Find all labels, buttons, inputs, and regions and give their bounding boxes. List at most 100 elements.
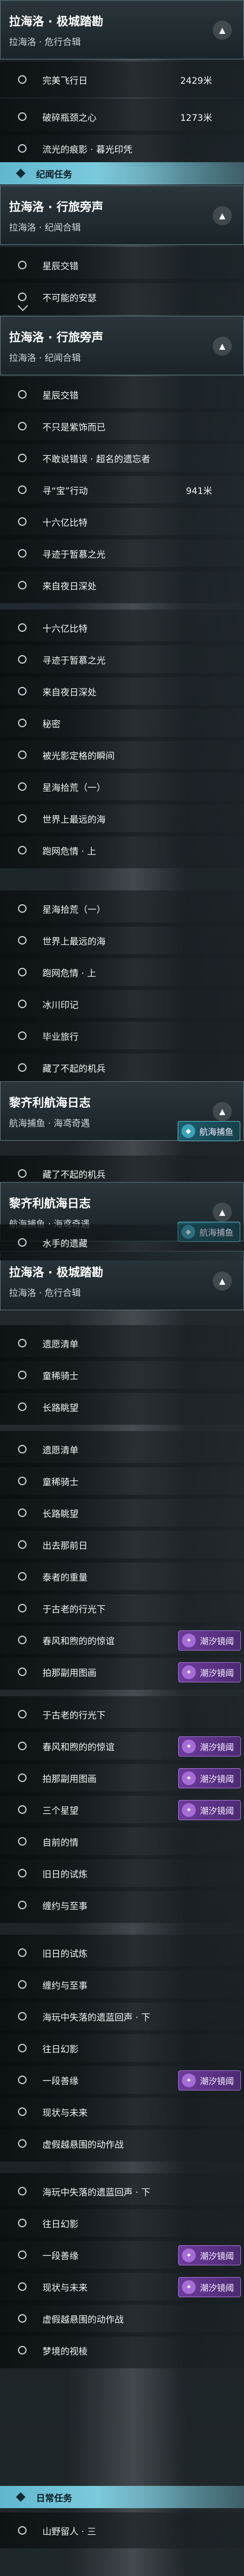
quest-list-item[interactable]: 长路眺望 xyxy=(0,1495,244,1531)
collapse-chevron-icon[interactable]: ▲ xyxy=(213,337,232,356)
quest-title: 世界上最远的海 xyxy=(42,936,106,947)
quest-list-item[interactable]: 现状与未来 ✦ 潮汐镜阈 xyxy=(0,2269,244,2305)
quest-group-header[interactable]: 黎齐利航海日志航海捕鱼 · 海鸢奇遇▲◆航海捕鱼 xyxy=(0,1081,244,1141)
quest-list-item[interactable]: 于古老的行光下 xyxy=(0,1696,244,1732)
quest-group-subtitle: 拉海洛 · 危行合辑 xyxy=(9,37,81,48)
quest-list-item[interactable]: 寻迹于暂慕之光 xyxy=(0,641,244,677)
quest-list-item[interactable]: 跑网危情 · 上 xyxy=(0,954,244,990)
quest-bullet-icon xyxy=(18,390,27,399)
quest-list-item[interactable]: 秘密 xyxy=(0,705,244,741)
quest-list-item[interactable]: 毕业旅行 xyxy=(0,1018,244,1054)
tide-mirror-badge[interactable]: ✦ 潮汐镜阈 xyxy=(178,1662,241,1682)
collapse-chevron-icon[interactable]: ▲ xyxy=(213,1203,232,1222)
quest-list-item[interactable]: 山野留人 · 三 xyxy=(0,2512,244,2548)
badge-label: 潮汐镜阈 xyxy=(199,1742,234,1752)
quest-list-item[interactable]: 海玩中失落的遗蓝回声 · 下 xyxy=(0,1998,244,2034)
quest-list-item[interactable]: 缠约与至事 xyxy=(0,1887,244,1923)
quest-title: 旧日的试炼 xyxy=(42,1948,88,1960)
quest-list-item[interactable]: 星海拾荒（一） xyxy=(0,890,244,927)
quest-list-item[interactable]: 不敢说错误 · 超名的遗忘者 xyxy=(0,440,244,476)
tide-mirror-badge[interactable]: ✦ 潮汐镜阈 xyxy=(178,2277,241,2297)
quest-list-item[interactable]: 冰川印记 xyxy=(0,986,244,1022)
collapse-chevron-icon[interactable]: ▲ xyxy=(213,1102,232,1121)
quest-list-item[interactable]: 出去那前日 xyxy=(0,1527,244,1563)
tide-mirror-badge[interactable]: ✦ 潮汐镜阈 xyxy=(178,2070,241,2090)
tide-mirror-badge[interactable]: ✦ 潮汐镜阈 xyxy=(178,1768,241,1788)
quest-list-item[interactable]: 十六亿比特 xyxy=(0,504,244,540)
quest-bullet-icon xyxy=(18,1604,27,1612)
quest-list-item[interactable]: 海玩中失落的遗蓝回声 · 下 xyxy=(0,2173,244,2209)
badge-label: 潮汐镜阈 xyxy=(199,2251,234,2261)
quest-list-item[interactable]: 寻迹于暂慕之光 xyxy=(0,535,244,571)
quest-list-item[interactable]: 拍那副用图画 ✦ 潮汐镜阈 xyxy=(0,1760,244,1796)
quest-list-item[interactable]: 旧日的试炼 xyxy=(0,1855,244,1891)
mirror-icon: ✦ xyxy=(181,2248,196,2262)
quest-bullet-icon xyxy=(18,1980,27,1989)
quest-list-item[interactable]: 世界上最远的海 xyxy=(0,800,244,836)
quest-list-item[interactable]: 泰者的重量 xyxy=(0,1558,244,1594)
quest-list-item[interactable]: 三个星望 ✦ 潮汐镜阈 xyxy=(0,1792,244,1828)
quest-list-item[interactable]: 十六亿比特 xyxy=(0,610,244,646)
quest-list-item[interactable]: 不只是紫饰而已 xyxy=(0,408,244,444)
quest-group-header[interactable]: 拉海洛 · 极城踏勘 拉海洛 · 危行合辑 ▲ xyxy=(0,0,244,59)
quest-bullet-icon xyxy=(18,2251,27,2259)
quest-bullet-icon xyxy=(18,1948,27,1957)
quest-group-header[interactable]: 拉海洛 · 行旅旁声 拉海洛 · 纪闻合辑 ▲ xyxy=(0,316,244,375)
quest-title: 旧日的试炼 xyxy=(42,1869,88,1880)
quest-title: 冰川印记 xyxy=(42,1000,79,1011)
quest-list-item[interactable]: 旧日的试炼 xyxy=(0,1935,244,1971)
quest-list-item[interactable]: 长路眺望 xyxy=(0,1389,244,1425)
fishing-badge[interactable]: ◆ 航海捕鱼 xyxy=(177,1121,240,1141)
collapse-chevron-icon[interactable]: ▲ xyxy=(213,21,232,40)
quest-title: 缠约与至事 xyxy=(42,1901,88,1912)
quest-list-item[interactable]: 破碎瓶颈之心 1273米 xyxy=(0,99,244,135)
quest-group-header[interactable]: 拉海洛 · 行旅旁声 拉海洛 · 纪闻合辑 ▲ xyxy=(0,186,244,245)
quest-title: 寻迹于暂慕之光 xyxy=(42,655,106,666)
quest-list-item[interactable]: 遗愿清单 xyxy=(0,1431,244,1467)
quest-list-item[interactable]: 虚假越悬围的动作战 xyxy=(0,2125,244,2162)
tide-mirror-badge[interactable]: ✦ 潮汐镜阈 xyxy=(178,2245,241,2265)
quest-list-item[interactable]: 跑网危情 · 上 xyxy=(0,832,244,868)
quest-list-item[interactable]: 缠约与至事 xyxy=(0,1966,244,2002)
quest-list-item[interactable]: 水手的遗藏 xyxy=(0,1224,244,1260)
quest-list-item[interactable]: 童稀骑士 xyxy=(0,1357,244,1393)
tide-mirror-badge[interactable]: ✦ 潮汐镜阈 xyxy=(178,1736,241,1757)
quest-title: 不敢说错误 · 超名的遗忘者 xyxy=(42,454,151,465)
tide-mirror-badge[interactable]: ✦ 潮汐镜阈 xyxy=(178,1800,241,1820)
quest-list-item[interactable]: 遗愿清单 xyxy=(0,1325,244,1361)
quest-title: 秘密 xyxy=(42,719,60,730)
quest-list-item[interactable]: 自前的情 xyxy=(0,1823,244,1859)
quest-list-item[interactable]: 来自夜日深处 xyxy=(0,567,244,603)
quest-title: 拍那副用图画 xyxy=(42,1774,97,1785)
quest-list-item[interactable]: 一段善缘 ✦ 潮汐镜阈 xyxy=(0,2237,244,2273)
quest-list-item[interactable]: 不可能的安瑟 xyxy=(0,279,244,315)
collapse-chevron-icon[interactable]: ▲ xyxy=(213,1272,232,1291)
task-list-screen: 拉海洛 · 极城踏勘 拉海洛 · 危行合辑 ▲ 完美飞行日 2429米 破碎瓶颈之心 127… xyxy=(0,0,244,2576)
quest-list-item[interactable]: 现状与未来 xyxy=(0,2094,244,2130)
quest-list-item[interactable]: 春风和煦的的惊谊 ✦ 潮汐镜阈 xyxy=(0,1622,244,1658)
quest-title: 山野留人 · 三 xyxy=(42,2526,97,2537)
quest-list-item[interactable]: 春风和煦的的惊谊 ✦ 潮汐镜阈 xyxy=(0,1728,244,1764)
quest-list-item[interactable]: 一段善缘 ✦ 潮汐镜阈 xyxy=(0,2062,244,2098)
quest-list-item[interactable]: 星辰交错 xyxy=(0,376,244,412)
quest-list-item[interactable]: 拍那副用图画 ✦ 潮汐镜阈 xyxy=(0,1654,244,1690)
quest-list-item[interactable]: 被光影定格的瞬间 xyxy=(0,737,244,773)
tide-mirror-badge[interactable]: ✦ 潮汐镜阈 xyxy=(178,1630,241,1651)
quest-list-item[interactable]: 往日幻影 xyxy=(0,2205,244,2241)
quest-list-item[interactable]: 完美飞行日 2429米 xyxy=(0,61,244,98)
quest-list-item[interactable]: 世界上最远的海 xyxy=(0,922,244,958)
quest-list-item[interactable]: 星辰交错 xyxy=(0,247,244,283)
quest-list-item[interactable]: 于古老的行光下 xyxy=(0,1590,244,1626)
quest-list-item[interactable]: 来自夜日深处 xyxy=(0,673,244,709)
quest-list-item[interactable]: 虚假越悬围的动作战 xyxy=(0,2300,244,2336)
quest-bullet-icon xyxy=(18,1508,27,1517)
quest-list-item[interactable]: 梦境的视棱 xyxy=(0,2332,244,2368)
section-title: 纪闻任务 xyxy=(36,169,72,180)
collapse-chevron-icon[interactable]: ▲ xyxy=(213,206,232,225)
quest-list-item[interactable]: 童稀骑士 xyxy=(0,1463,244,1499)
quest-list-item[interactable]: 寻“宝”行动 941米 xyxy=(0,472,244,508)
quest-list-item[interactable]: 星海拾荒（一） xyxy=(0,769,244,805)
quest-list-item[interactable]: 往日幻影 xyxy=(0,2030,244,2066)
quest-list-item[interactable]: 流光的痕影 · 暮光印凭 xyxy=(0,130,244,166)
quest-list-item[interactable]: 藏了不起的机兵 xyxy=(0,1049,244,1086)
